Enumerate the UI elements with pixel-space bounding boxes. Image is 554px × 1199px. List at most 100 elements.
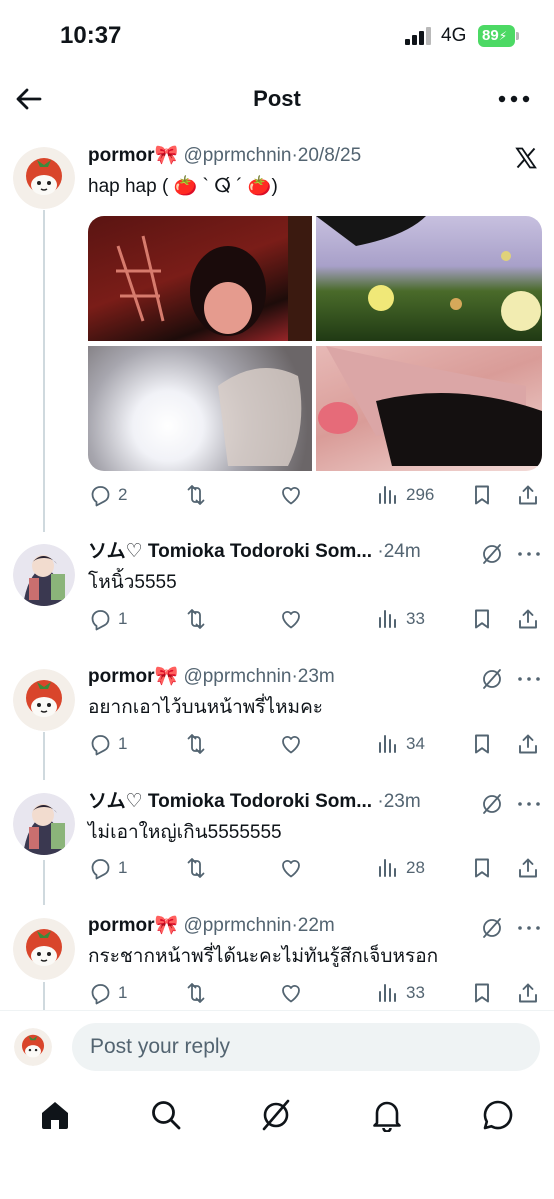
reply-icon	[88, 856, 112, 880]
more-dots-icon[interactable]	[517, 923, 541, 933]
media-grid[interactable]	[88, 216, 542, 471]
view-count: 28	[406, 858, 425, 877]
reply-input[interactable]: Post your reply	[72, 1023, 540, 1071]
more-dots-icon[interactable]	[517, 674, 541, 684]
display-name[interactable]: pormor🎀	[88, 666, 178, 687]
photo-3[interactable]	[88, 346, 312, 471]
display-name[interactable]: ソム♡ Tomioka Todoroki Som...	[88, 791, 372, 812]
views-button[interactable]: 33	[376, 979, 425, 1007]
bookmark-button[interactable]	[470, 979, 494, 1007]
view-count: 33	[406, 609, 425, 628]
handle[interactable]: @pprmchnin	[183, 145, 291, 166]
reply-button[interactable]: 1	[88, 605, 127, 633]
post-date: 20/8/25	[297, 145, 362, 166]
reply-post[interactable]: pormor🎀 @pprmchnin·23m อยากเอาไว้บนหน้าพ…	[0, 665, 554, 775]
views-button[interactable]: 33	[376, 605, 425, 633]
avatar[interactable]	[14, 1028, 52, 1066]
repost-button[interactable]	[184, 605, 208, 633]
like-button[interactable]	[279, 979, 303, 1007]
post-text: กระชากหน้าพรี่ได้นะคะไม่ทันรู้สึกเจ็บหรอ…	[88, 946, 439, 967]
bookmark-button[interactable]	[470, 481, 494, 509]
main-post[interactable]: pormor🎀 @pprmchnin·20/8/25 hap hap ( 🍅 `…	[0, 144, 554, 524]
share-button[interactable]	[516, 854, 540, 882]
more-dots-icon[interactable]	[517, 799, 541, 809]
display-name[interactable]: pormor🎀	[88, 145, 178, 166]
reply-button[interactable]: 1	[88, 854, 127, 882]
photo-1[interactable]	[88, 216, 312, 341]
top-bar: Post	[0, 72, 554, 128]
repost-icon	[184, 856, 208, 880]
grok-icon[interactable]	[480, 916, 504, 940]
views-button[interactable]: 28	[376, 854, 425, 882]
bell-icon[interactable]	[370, 1098, 404, 1132]
x-logo-icon[interactable]	[514, 146, 538, 170]
grok-icon[interactable]	[480, 542, 504, 566]
more-dots-icon[interactable]	[517, 549, 541, 559]
reply-post[interactable]: pormor🎀 @pprmchnin·22m กระชากหน้าพรี่ได้…	[0, 914, 554, 1010]
reply-icon	[88, 732, 112, 756]
photo-2[interactable]	[316, 216, 542, 341]
status-bar: 10:37 4G 89⚡	[0, 0, 554, 72]
like-button[interactable]	[279, 605, 303, 633]
avatar[interactable]	[13, 147, 75, 209]
avatar[interactable]	[13, 544, 75, 606]
display-name[interactable]: pormor🎀	[88, 915, 178, 936]
bookmark-button[interactable]	[470, 854, 494, 882]
avatar[interactable]	[13, 669, 75, 731]
photo-4[interactable]	[316, 346, 542, 471]
post-actions: 1 34	[88, 730, 543, 758]
reply-button[interactable]: 2	[88, 481, 127, 509]
reply-icon	[88, 607, 112, 631]
heart-icon	[279, 981, 303, 1005]
share-button[interactable]	[516, 605, 540, 633]
reply-button[interactable]: 1	[88, 730, 127, 758]
reply-post[interactable]: ソム♡ Tomioka Todoroki Som... ·23m ไม่เอาใ…	[0, 790, 554, 900]
bookmark-button[interactable]	[470, 605, 494, 633]
grok-icon[interactable]	[259, 1098, 293, 1132]
grok-icon[interactable]	[480, 667, 504, 691]
bookmark-icon	[470, 981, 494, 1005]
battery-tip	[516, 32, 519, 40]
views-icon	[376, 732, 400, 756]
post-text: โหนิ้ว5555	[88, 572, 177, 593]
cellular-signal-icon	[405, 27, 431, 45]
like-button[interactable]	[279, 730, 303, 758]
reply-count: 1	[118, 734, 128, 753]
views-icon	[376, 981, 400, 1005]
reply-count: 1	[118, 858, 128, 877]
messages-icon[interactable]	[481, 1098, 515, 1132]
home-icon[interactable]	[38, 1098, 72, 1132]
post-header: ソム♡ Tomioka Todoroki Som... ·23m	[88, 790, 488, 814]
views-button[interactable]: 34	[376, 730, 425, 758]
search-icon[interactable]	[149, 1098, 183, 1132]
display-name[interactable]: ソム♡ Tomioka Todoroki Som...	[88, 541, 372, 562]
avatar[interactable]	[13, 793, 75, 855]
handle[interactable]: @pprmchnin	[183, 915, 291, 936]
like-button[interactable]	[279, 481, 303, 509]
reply-composer: Post your reply	[0, 1010, 554, 1083]
share-button[interactable]	[516, 979, 540, 1007]
avatar[interactable]	[13, 918, 75, 980]
bookmark-button[interactable]	[470, 730, 494, 758]
heart-icon	[279, 483, 303, 507]
battery-level: 89	[482, 27, 499, 44]
reply-count: 1	[118, 609, 128, 628]
repost-button[interactable]	[184, 854, 208, 882]
reply-button[interactable]: 1	[88, 979, 127, 1007]
more-dots-icon[interactable]	[497, 88, 531, 110]
repost-button[interactable]	[184, 481, 208, 509]
post-time: 23m	[383, 791, 421, 812]
views-icon	[376, 607, 400, 631]
reply-post[interactable]: ソム♡ Tomioka Todoroki Som... ·24m โหนิ้ว5…	[0, 540, 554, 650]
share-button[interactable]	[516, 730, 540, 758]
repost-button[interactable]	[184, 730, 208, 758]
reply-count: 2	[118, 485, 128, 504]
post-text: ไม่เอาใหญ่เกิน5555555	[88, 822, 282, 843]
grok-icon[interactable]	[480, 792, 504, 816]
handle[interactable]: @pprmchnin	[183, 666, 291, 687]
repost-button[interactable]	[184, 979, 208, 1007]
share-button[interactable]	[516, 481, 540, 509]
views-button[interactable]: 296	[376, 481, 434, 509]
like-button[interactable]	[279, 854, 303, 882]
share-icon	[516, 856, 540, 880]
